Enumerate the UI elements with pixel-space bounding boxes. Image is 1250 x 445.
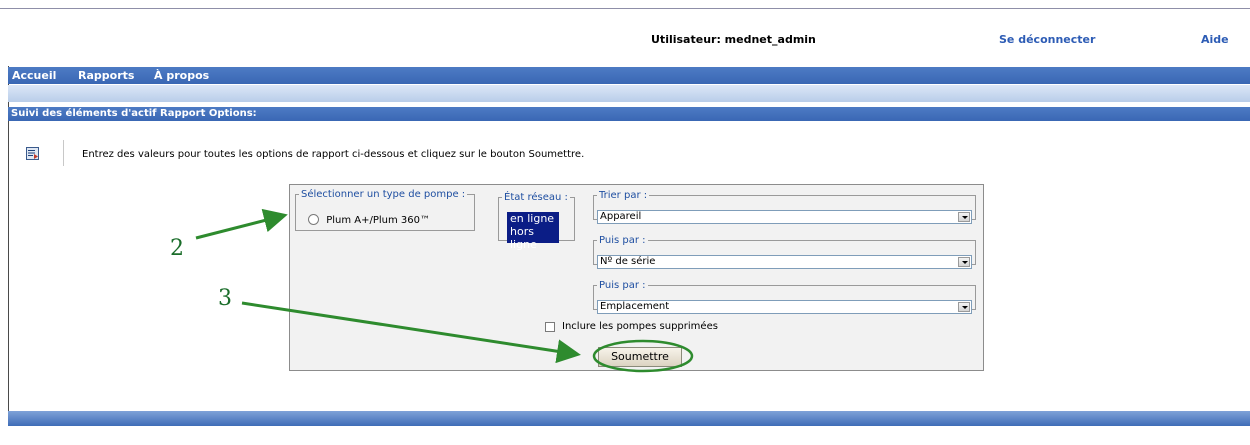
annotation-label-3: 3 [218,286,232,311]
annotation-arrow-2 [195,208,288,240]
annotation-label-2: 2 [170,236,184,261]
annotation-arrow-3 [241,301,581,364]
annotation-overlay [195,208,694,373]
annotation-highlight-submit [592,339,694,373]
